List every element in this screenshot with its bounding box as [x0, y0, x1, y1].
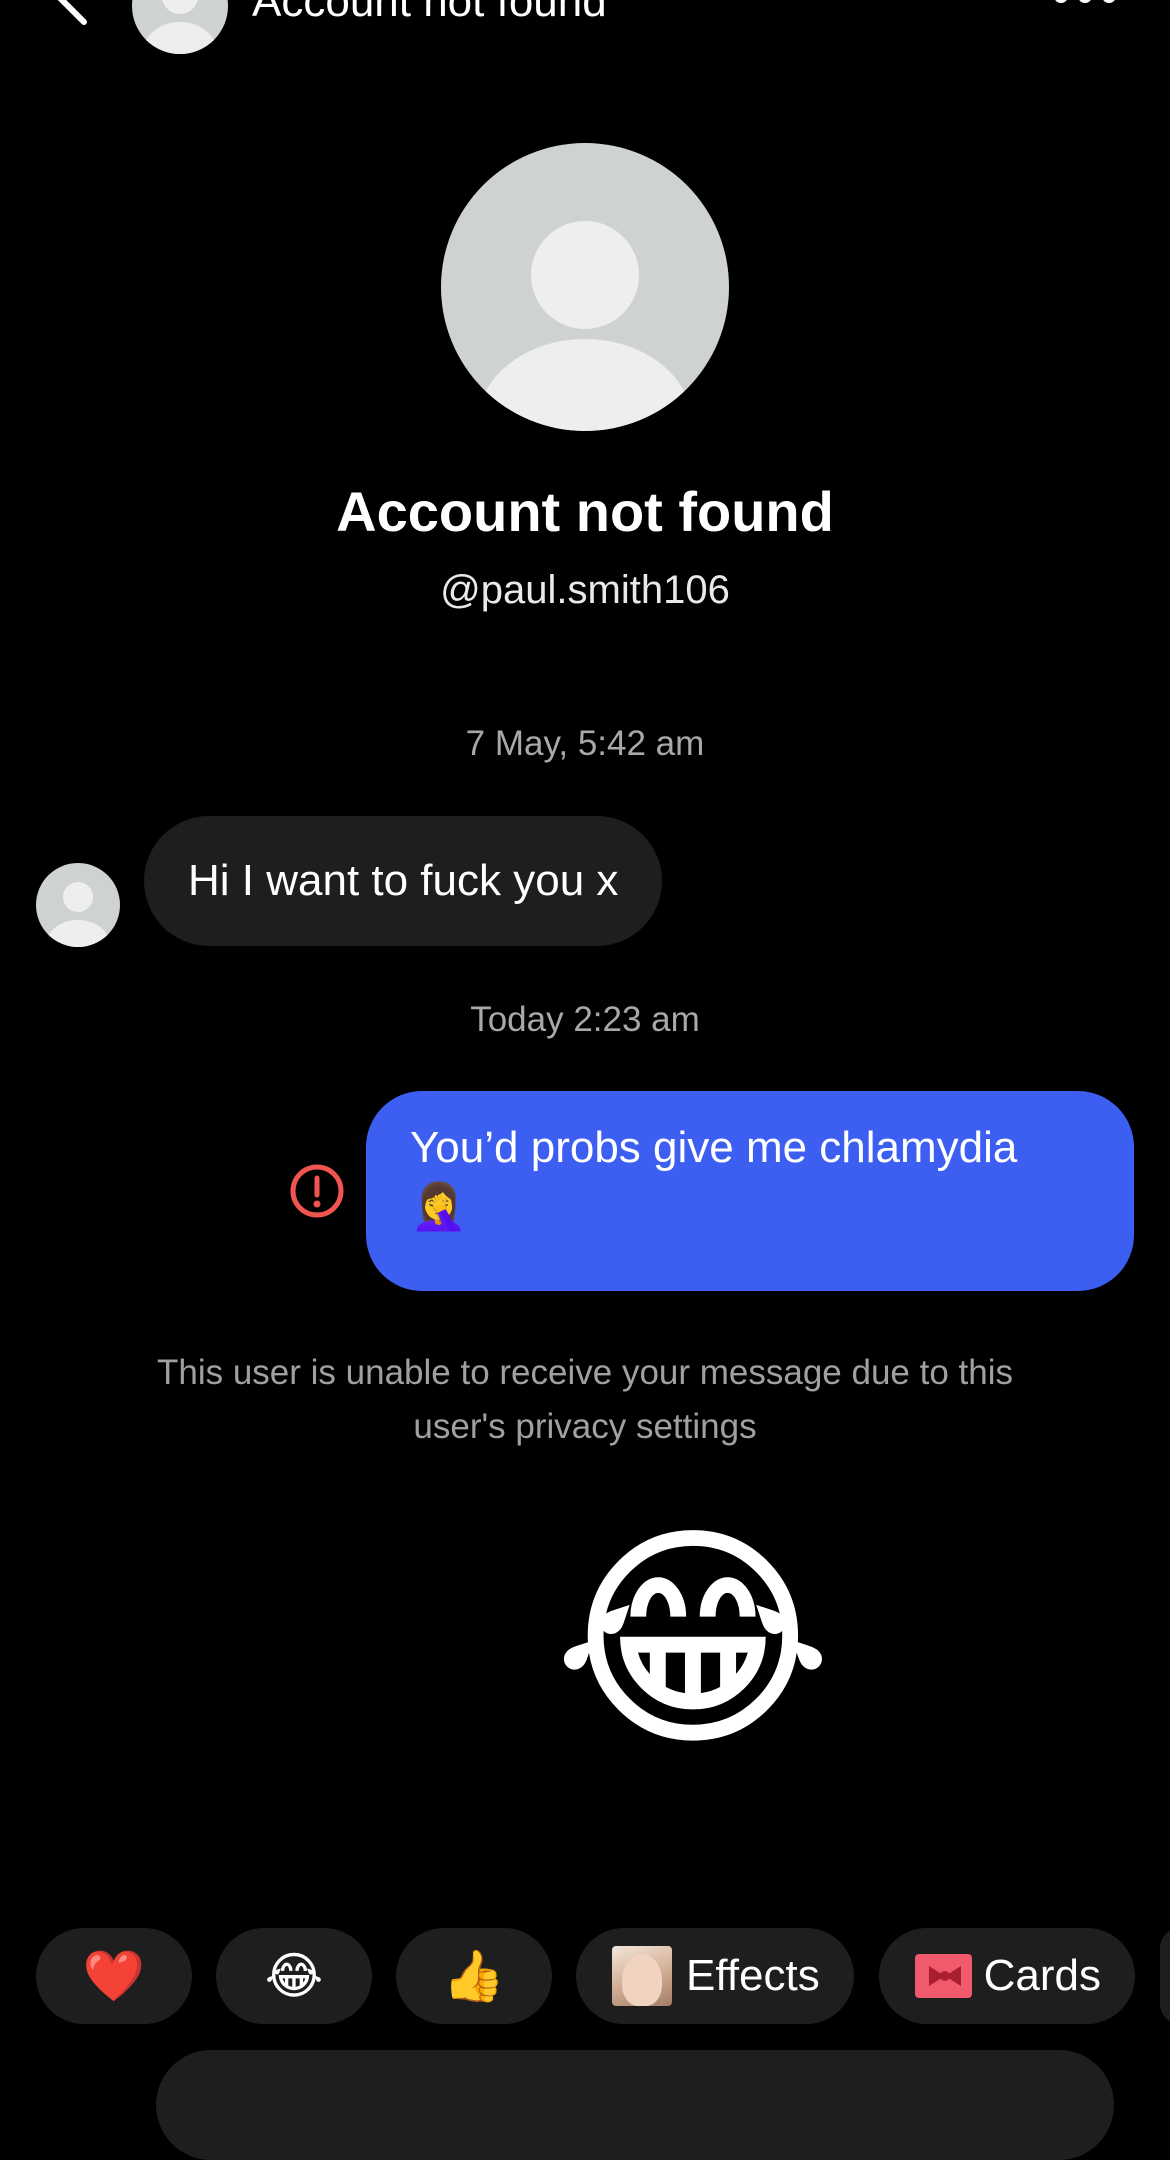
outgoing-message-bubble[interactable]: You’d probs give me chlamydia 🤦‍♀️: [366, 1091, 1134, 1291]
incoming-message-text: Hi I want to fuck you x: [188, 856, 619, 905]
header-title[interactable]: Account not found: [252, 0, 607, 24]
quick-reaction-thumbs-up[interactable]: 👍: [396, 1928, 552, 2024]
sender-avatar[interactable]: [36, 863, 120, 947]
default-avatar-icon: [477, 221, 693, 431]
message-timestamp: 7 May, 5:42 am: [465, 724, 705, 763]
outgoing-message-text: You’d probs give me chlamydia: [410, 1123, 1018, 1172]
message-input[interactable]: [156, 2050, 1114, 2160]
profile-avatar[interactable]: [441, 143, 729, 431]
more-horizontal-icon[interactable]: [1052, 0, 1118, 6]
alert-circle-icon[interactable]: [289, 1163, 345, 1219]
profile-name: Account not found: [336, 480, 834, 543]
heart-icon: ❤️: [82, 1948, 146, 2004]
default-avatar-icon: [46, 882, 110, 947]
laughing-emoji-message[interactable]: 😂: [548, 1520, 838, 1790]
quick-reaction-overflow[interactable]: [1160, 1928, 1170, 2024]
profile-handle: @paul.smith106: [440, 568, 730, 612]
header-avatar[interactable]: [132, 0, 228, 54]
effects-label: Effects: [686, 1951, 820, 2000]
facepalm-emoji: 🤦‍♀️: [410, 1180, 468, 1232]
quick-reaction-laugh[interactable]: 😂: [216, 1928, 372, 2024]
quick-reaction-heart[interactable]: ❤️: [36, 1928, 192, 2024]
chevron-left-icon[interactable]: [40, 0, 100, 30]
incoming-message-bubble[interactable]: Hi I want to fuck you x: [144, 816, 663, 946]
privacy-error-note: This user is unable to receive your mess…: [157, 1353, 1013, 1446]
gift-card-icon: [915, 1954, 972, 1998]
effects-button[interactable]: Effects: [576, 1928, 854, 2024]
laughing-icon: 😂: [264, 1948, 324, 2004]
message-timestamp: Today 2:23 am: [470, 1000, 700, 1039]
cards-button[interactable]: Cards: [879, 1928, 1135, 2024]
default-avatar-icon: [144, 0, 216, 54]
cards-label: Cards: [983, 1951, 1101, 2000]
thumbs-up-icon: 👍: [442, 1948, 506, 2004]
effects-thumbnail-icon: [612, 1946, 672, 2006]
